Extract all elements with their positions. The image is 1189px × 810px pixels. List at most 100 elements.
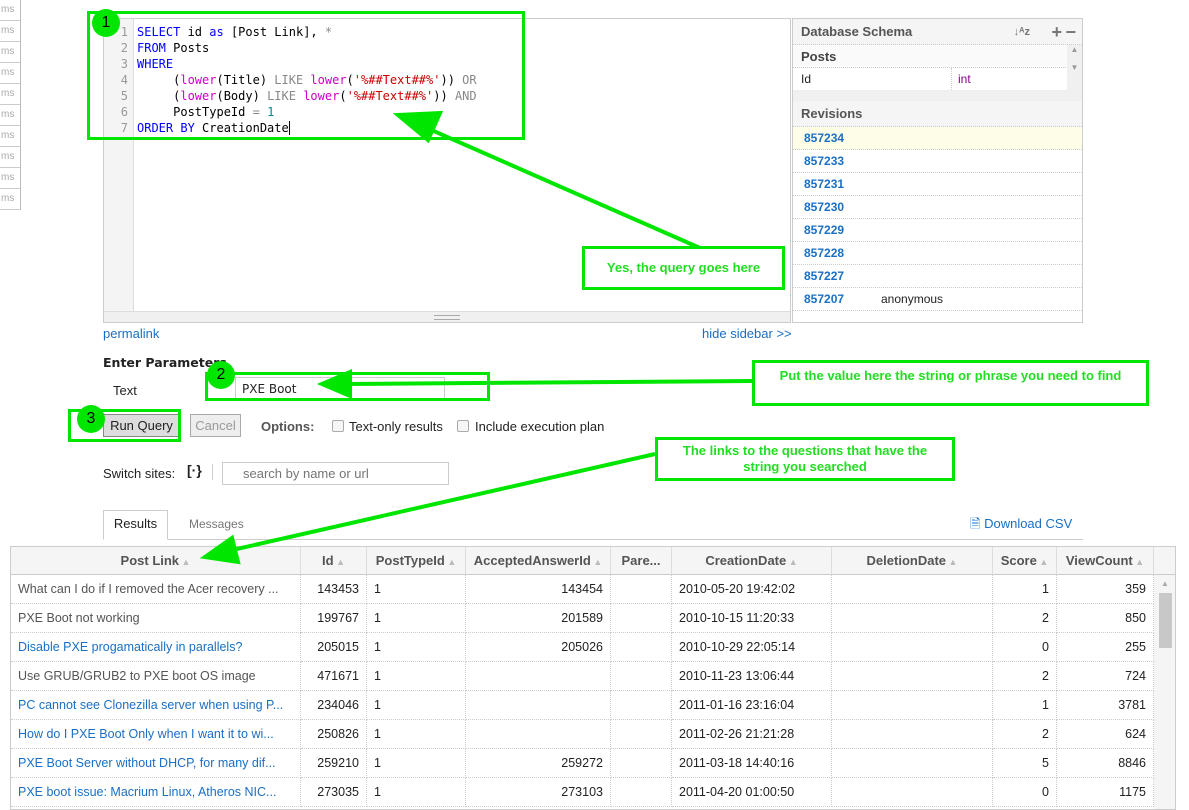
permalink-link[interactable]: permalink (103, 326, 159, 341)
table-cell: 1 (367, 662, 466, 691)
table-cell: 2 (993, 662, 1057, 691)
revision-id-link[interactable]: 857227 (804, 269, 844, 283)
revision-item[interactable]: 857230 (793, 196, 1082, 219)
revision-item[interactable]: 857227 (793, 265, 1082, 288)
table-cell: 0 (993, 633, 1057, 662)
revision-item[interactable]: 857233 (793, 150, 1082, 173)
table-cell (832, 575, 993, 604)
column-header[interactable]: CreationDate ▲ (672, 547, 832, 575)
post-link[interactable]: Disable PXE progamatically in parallels? (11, 633, 301, 662)
revision-id-link[interactable]: 857228 (804, 246, 844, 260)
divider (212, 464, 213, 480)
column-header[interactable]: Pare... (611, 547, 672, 575)
column-header[interactable]: DeletionDate ▲ (832, 547, 993, 575)
site-search-input[interactable] (222, 462, 449, 485)
hide-sidebar-link[interactable]: hide sidebar >> (702, 326, 792, 341)
scroll-up-icon[interactable]: ▲ (1154, 575, 1175, 588)
schema-table-posts[interactable]: Posts (793, 45, 1082, 68)
step-1-badge: 1 (92, 9, 120, 37)
sort-icon: ▲ (590, 557, 603, 567)
sort-az-icon[interactable]: ↓ᴬᴢ (1014, 19, 1030, 45)
revision-item[interactable]: 857228 (793, 242, 1082, 265)
table-cell: 3781 (1057, 691, 1154, 720)
table-cell (611, 720, 672, 749)
post-link[interactable]: PXE Boot Server without DHCP, for many d… (11, 749, 301, 778)
table-cell: 8846 (1057, 749, 1154, 778)
post-link[interactable]: Use GRUB/GRUB2 to PXE boot OS image (11, 662, 301, 691)
table-cell (611, 633, 672, 662)
text-only-checkbox[interactable] (332, 420, 344, 432)
column-header-label: ViewCount (1065, 553, 1133, 568)
schema-column-row: Id int (793, 68, 1067, 91)
table-cell: 1 (367, 691, 466, 720)
annotation-value-note: Put the value here the string or phrase … (752, 360, 1149, 406)
revision-item[interactable]: 857229 (793, 219, 1082, 242)
side-item: ms (0, 168, 21, 189)
table-cell (832, 778, 993, 807)
table-cell (832, 633, 993, 662)
table-cell: 234046 (301, 691, 367, 720)
table-cell: 259210 (301, 749, 367, 778)
table-cell: 201589 (466, 604, 611, 633)
schema-resize-handle[interactable] (793, 91, 1082, 101)
table-cell (832, 720, 993, 749)
table-cell (611, 575, 672, 604)
table-cell: 205026 (466, 633, 611, 662)
revision-user: anonymous (881, 292, 944, 306)
table-cell (611, 691, 672, 720)
table-cell: 2011-03-18 14:40:16 (672, 749, 832, 778)
revision-item[interactable]: 857207 anonymous (793, 288, 1082, 311)
post-link[interactable]: How do I PXE Boot Only when I want it to… (11, 720, 301, 749)
table-cell (466, 720, 611, 749)
site-icon[interactable]: [·} (187, 462, 202, 478)
revision-id-link[interactable]: 857229 (804, 223, 844, 237)
column-header[interactable]: Id ▲ (301, 547, 367, 575)
column-header-label: Post Link (120, 553, 180, 568)
post-link[interactable]: PXE boot issue: Macrium Linux, Atheros N… (11, 778, 301, 807)
tab-messages[interactable]: Messages (189, 517, 244, 531)
revision-id-link[interactable]: 857233 (804, 154, 844, 168)
column-header[interactable]: AcceptedAnswerId ▲ (466, 547, 611, 575)
revision-id-link[interactable]: 857231 (804, 177, 844, 191)
revision-item[interactable]: 857234 (793, 127, 1082, 150)
download-csv-link[interactable]: 🗎 Download CSV (970, 515, 1072, 537)
revisions-title: Revisions (793, 101, 1082, 127)
sort-icon: ▲ (946, 557, 958, 567)
sort-icon: ▲ (333, 557, 345, 567)
table-cell: 2010-10-15 11:20:33 (672, 604, 832, 633)
column-header[interactable]: Score ▲ (993, 547, 1057, 575)
exec-plan-checkbox[interactable] (457, 420, 469, 432)
expand-icon[interactable]: + (1051, 19, 1062, 45)
editor-resize-handle[interactable] (104, 311, 790, 322)
post-link[interactable]: PXE Boot not working (11, 604, 301, 633)
post-link[interactable]: What can I do if I removed the Acer reco… (11, 575, 301, 604)
options-label: Options: (261, 419, 315, 434)
column-header-label: AcceptedAnswerId (473, 553, 591, 568)
schema-scrollbar[interactable]: ▲ ▼ (1067, 45, 1082, 91)
annotation-links-note: The links to the questions that have the… (655, 437, 955, 481)
column-header-label: Score (1000, 553, 1037, 568)
revision-item[interactable]: 857231 (793, 173, 1082, 196)
revision-id-link[interactable]: 857234 (804, 131, 844, 145)
side-item: ms (0, 126, 21, 147)
tabs-divider (103, 539, 1083, 540)
table-cell: 1 (367, 749, 466, 778)
table-scrollbar[interactable]: ▲ (1154, 575, 1175, 809)
table-cell: 143454 (466, 575, 611, 604)
table-cell: 850 (1057, 604, 1154, 633)
scroll-thumb[interactable] (1159, 593, 1172, 648)
collapse-icon[interactable]: − (1065, 19, 1076, 45)
table-cell: 471671 (301, 662, 367, 691)
revision-id-link[interactable]: 857207 (804, 292, 844, 306)
post-link[interactable]: PC cannot see Clonezilla server when usi… (11, 691, 301, 720)
sort-icon: ▲ (179, 557, 191, 567)
tab-results[interactable]: Results (103, 510, 168, 540)
column-header[interactable]: Post Link ▲ (11, 547, 301, 575)
side-item: ms (0, 63, 21, 84)
table-cell: 1 (993, 575, 1057, 604)
column-header[interactable]: ViewCount ▲ (1057, 547, 1154, 575)
revision-id-link[interactable]: 857230 (804, 200, 844, 214)
cancel-button[interactable]: Cancel (190, 414, 241, 437)
header-spacer (1154, 547, 1175, 575)
column-header[interactable]: PostTypeId ▲ (367, 547, 466, 575)
